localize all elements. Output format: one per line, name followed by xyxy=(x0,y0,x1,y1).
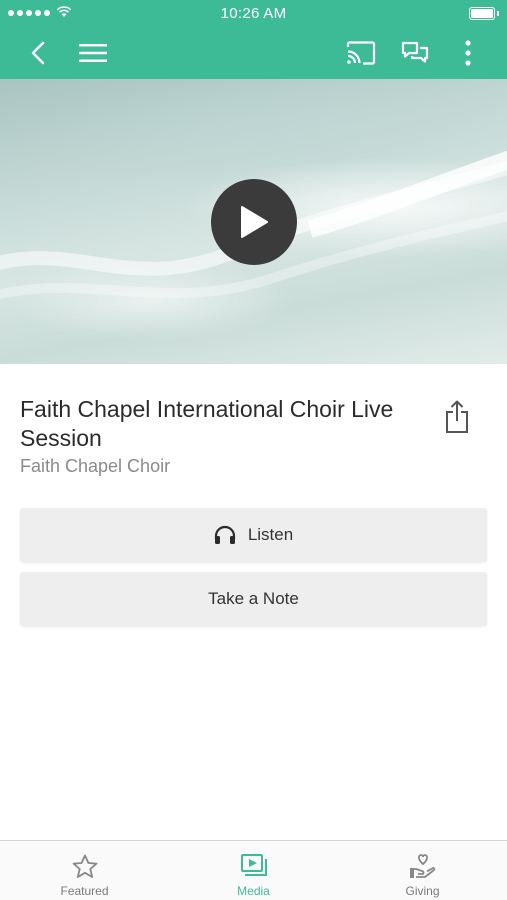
cast-button[interactable] xyxy=(339,26,383,79)
share-icon xyxy=(446,400,468,433)
menu-icon xyxy=(79,43,107,62)
play-button[interactable] xyxy=(211,179,297,265)
chat-icon xyxy=(401,41,429,63)
giving-icon xyxy=(409,854,435,878)
headphones-icon xyxy=(214,525,235,544)
tab-giving[interactable]: Giving xyxy=(338,841,507,900)
chat-button[interactable] xyxy=(393,26,437,79)
status-time: 10:26 AM xyxy=(220,5,287,22)
bottom-tab-bar: Featured Media Giving xyxy=(0,840,507,900)
media-title: Faith Chapel International Choir Live Se… xyxy=(20,396,394,451)
tab-media-label: Media xyxy=(237,884,270,898)
menu-button[interactable] xyxy=(71,26,115,79)
chevron-left-icon xyxy=(31,41,45,64)
top-nav-bar xyxy=(0,26,507,79)
cast-icon xyxy=(346,40,376,65)
back-button[interactable] xyxy=(16,26,60,79)
tab-giving-label: Giving xyxy=(405,884,440,898)
listen-label: Listen xyxy=(247,525,294,544)
battery-icon xyxy=(469,7,499,20)
star-icon xyxy=(72,854,97,878)
more-vertical-icon xyxy=(465,39,471,66)
tab-featured-label: Featured xyxy=(60,884,109,898)
play-icon xyxy=(241,206,268,238)
video-thumbnail[interactable] xyxy=(0,79,507,364)
media-author: Faith Chapel Choir xyxy=(20,456,171,476)
listen-button[interactable]: Listen xyxy=(20,508,487,562)
take-note-button[interactable]: Take a Note xyxy=(20,572,487,626)
tab-media[interactable]: Media xyxy=(169,841,338,900)
status-bar: 10:26 AM xyxy=(0,0,507,26)
take-note-label: Take a Note xyxy=(208,589,299,608)
more-button[interactable] xyxy=(446,26,490,79)
tab-featured[interactable]: Featured xyxy=(0,841,169,900)
media-icon xyxy=(240,854,267,876)
share-button[interactable] xyxy=(441,398,473,436)
